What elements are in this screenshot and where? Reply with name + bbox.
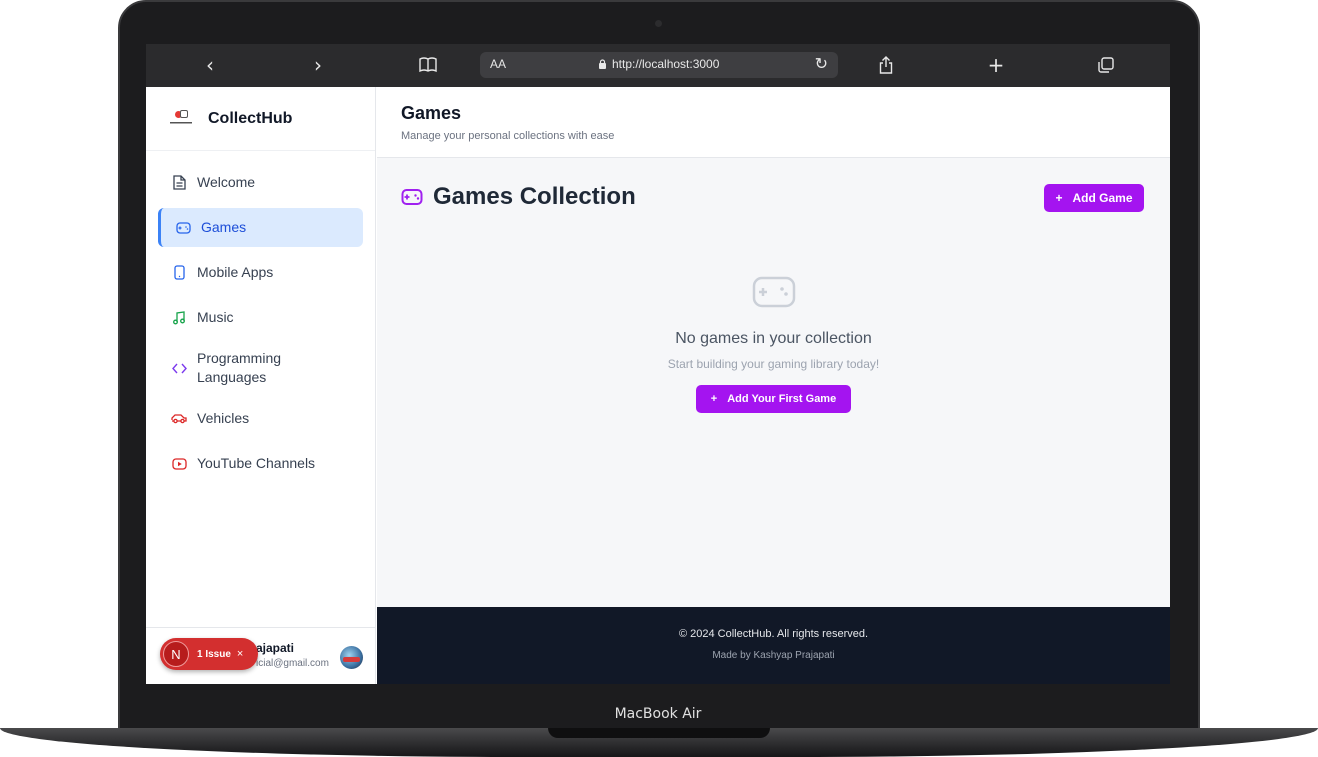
- brand[interactable]: CollectHub: [146, 87, 375, 151]
- smartphone-icon: [171, 265, 187, 281]
- sidebar-item-label: Vehicles: [197, 410, 250, 426]
- sidebar-item-youtube-channels[interactable]: YouTube Channels: [158, 444, 363, 483]
- bezel-bottom: MacBook Air: [146, 701, 1170, 727]
- device-label: MacBook Air: [614, 706, 702, 722]
- page-title: Games: [401, 103, 462, 123]
- user-name: ajapati: [256, 641, 295, 655]
- footer-made-by: Made by Kashyap Prajapati: [712, 650, 835, 661]
- plus-icon: +: [1055, 191, 1063, 205]
- footer-copyright: © 2024 CollectHub. All rights reserved.: [678, 628, 869, 640]
- empty-subtitle: Start building your gaming library today…: [667, 357, 880, 371]
- sidebar-item-music[interactable]: Music: [158, 298, 363, 337]
- page-subtitle: Manage your personal collections with ea…: [401, 130, 615, 142]
- user-profile[interactable]: ajapati icial@gmail.com N 1 Issue ×: [146, 627, 376, 684]
- sidebar-item-label: Music: [197, 309, 234, 325]
- share-icon[interactable]: [874, 52, 898, 78]
- sidebar-item-label: Programming Languages: [197, 350, 282, 385]
- back-icon[interactable]: ‹: [198, 52, 222, 78]
- document-icon: [171, 175, 187, 191]
- browser-toolbar: ‹ › AA http://localhost:3000 ↻ +: [146, 44, 1170, 87]
- sidebar-item-label: YouTube Channels: [197, 455, 316, 471]
- sidebar: CollectHub Welcome Games Mobile Apps Mus…: [146, 87, 376, 684]
- sidebar-item-vehicles[interactable]: Vehicles: [158, 399, 363, 438]
- user-email: icial@gmail.com: [256, 658, 329, 669]
- empty-state: No games in your collection Start buildi…: [377, 272, 1170, 413]
- footer: © 2024 CollectHub. All rights reserved. …: [377, 607, 1170, 684]
- lock-icon: [599, 59, 606, 69]
- sidebar-item-label: Mobile Apps: [197, 264, 274, 280]
- logo-icon: [168, 109, 194, 129]
- sidebar-item-welcome[interactable]: Welcome: [158, 163, 363, 202]
- main-content: Games Manage your personal collections w…: [377, 87, 1170, 684]
- new-tab-icon[interactable]: +: [984, 52, 1008, 78]
- issue-text: 1 Issue: [197, 648, 231, 660]
- close-icon[interactable]: ×: [237, 648, 243, 660]
- plus-icon: +: [710, 393, 718, 405]
- forward-icon[interactable]: ›: [306, 52, 330, 78]
- issue-badge[interactable]: N 1 Issue ×: [160, 638, 258, 670]
- url-text: http://localhost:3000: [612, 57, 720, 71]
- sidebar-item-programming-languages[interactable]: Programming Languages: [158, 343, 363, 393]
- brand-name: CollectHub: [208, 109, 293, 127]
- gamepad-icon: [401, 186, 423, 208]
- camera: [655, 20, 662, 27]
- add-first-game-button[interactable]: + Add Your First Game: [696, 385, 851, 413]
- screen: ‹ › AA http://localhost:3000 ↻ + Collect…: [146, 44, 1170, 684]
- url-display: http://localhost:3000: [598, 57, 719, 71]
- reload-icon[interactable]: ↻: [815, 54, 828, 74]
- sidebar-item-label: Games: [201, 219, 247, 235]
- text-size-button[interactable]: AA: [490, 57, 506, 71]
- code-icon: [171, 360, 187, 376]
- add-game-button[interactable]: + Add Game: [1044, 184, 1144, 212]
- tabs-icon[interactable]: [1094, 52, 1118, 78]
- base-notch: [548, 728, 770, 738]
- section-header: Games Collection: [401, 183, 636, 211]
- gamepad-icon: [750, 272, 798, 312]
- page-header: Games Manage your personal collections w…: [377, 87, 1170, 158]
- section-title: Games Collection: [433, 183, 636, 210]
- gamepad-icon: [175, 220, 191, 236]
- avatar[interactable]: [340, 646, 363, 669]
- car-icon: [171, 411, 187, 427]
- sidebar-nav: Welcome Games Mobile Apps Music Programm…: [146, 151, 375, 483]
- empty-title: No games in your collection: [675, 330, 872, 347]
- sidebar-item-label: Welcome: [197, 174, 256, 190]
- address-bar[interactable]: AA http://localhost:3000 ↻: [480, 52, 838, 78]
- youtube-icon: [171, 456, 187, 472]
- add-game-label: Add Game: [1072, 191, 1133, 205]
- bookmarks-icon[interactable]: [416, 52, 440, 78]
- music-note-icon: [171, 310, 187, 326]
- sidebar-item-mobile-apps[interactable]: Mobile Apps: [158, 253, 363, 292]
- add-first-game-label: Add Your First Game: [727, 393, 837, 405]
- issue-initial: N: [163, 641, 189, 667]
- sidebar-item-games[interactable]: Games: [158, 208, 363, 247]
